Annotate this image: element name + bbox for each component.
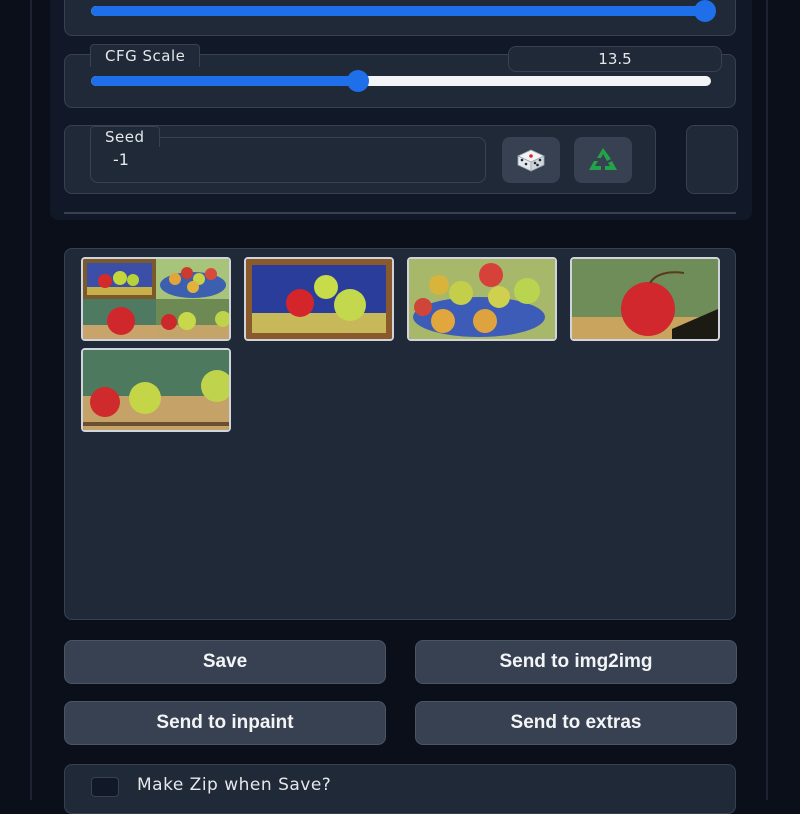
- top-slider-track[interactable]: [91, 6, 711, 16]
- seed-side-block: [686, 125, 738, 194]
- gallery-image-4[interactable]: [570, 257, 720, 341]
- apple-painting-single: [572, 259, 718, 339]
- make-zip-option: Make Zip when Save?: [64, 764, 736, 814]
- make-zip-checkbox[interactable]: [91, 777, 119, 797]
- send-to-inpaint-button[interactable]: Send to inpaint: [64, 701, 386, 745]
- recycle-icon: [589, 148, 617, 170]
- seed-value: -1: [113, 150, 129, 169]
- section-divider: [64, 212, 736, 214]
- top-slider-block: [64, 0, 736, 36]
- save-button[interactable]: Save: [64, 640, 386, 684]
- apple-painting-grid: [83, 259, 229, 339]
- top-slider-fill: [91, 6, 705, 16]
- gallery-image-5[interactable]: [81, 348, 231, 432]
- send-to-extras-button[interactable]: Send to extras: [415, 701, 737, 745]
- random-seed-button[interactable]: [502, 137, 560, 183]
- make-zip-label: Make Zip when Save?: [137, 775, 332, 795]
- apple-painting-three: [83, 350, 229, 430]
- cfg-scale-track[interactable]: [91, 76, 711, 86]
- apple-painting-framed: [246, 259, 392, 339]
- gallery-image-1[interactable]: [81, 257, 231, 341]
- send-to-img2img-button[interactable]: Send to img2img: [415, 640, 737, 684]
- gallery-image-2[interactable]: [244, 257, 394, 341]
- cfg-scale-fill: [91, 76, 358, 86]
- dice-icon: [517, 149, 545, 172]
- settings-panel: CFG Scale 13.5 -1 Seed: [50, 0, 752, 220]
- gallery-image-3[interactable]: [407, 257, 557, 341]
- cfg-scale-thumb[interactable]: [346, 70, 369, 92]
- image-gallery: [64, 248, 736, 620]
- page-frame-left: [30, 0, 32, 800]
- cfg-scale-value-input[interactable]: 13.5: [508, 46, 722, 72]
- top-slider-thumb[interactable]: [693, 0, 716, 22]
- cfg-scale-label: CFG Scale: [90, 44, 201, 67]
- page-frame-right: [766, 0, 768, 800]
- reuse-seed-button[interactable]: [574, 137, 632, 183]
- apple-painting-bowl: [409, 259, 555, 339]
- seed-label: Seed: [90, 126, 160, 147]
